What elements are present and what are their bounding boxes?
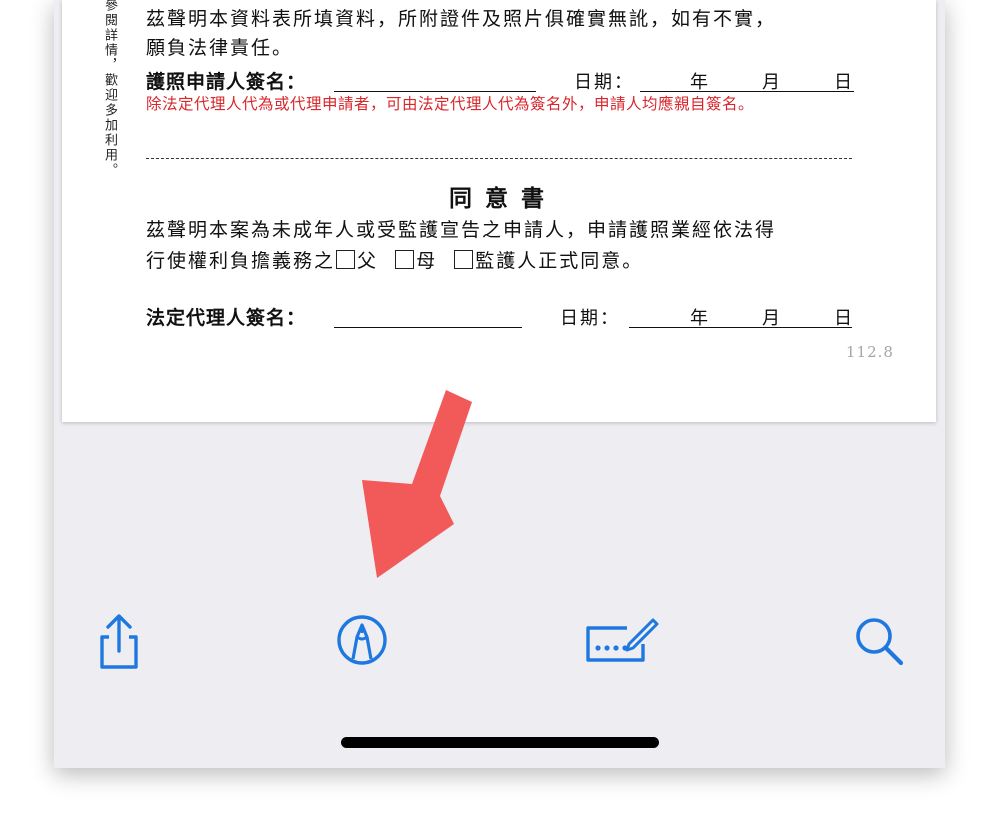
guardian-signature-line [334, 327, 522, 328]
consent-line-2-prefix: 行使權利負擔義務之 [146, 250, 336, 272]
consent-line-1: 茲聲明本案為未成年人或受監護宣告之申請人，申請護照業經依法得 [146, 219, 777, 241]
share-button[interactable] [94, 611, 144, 671]
option-father-label: 父 [357, 250, 379, 272]
applicant-date-day: 日 [834, 72, 854, 93]
checkbox-father[interactable] [336, 250, 356, 269]
red-note: 除法定代理人代為或代理申請者，可由法定代理人代為簽名外，申請人均應親自簽名。 [146, 95, 755, 113]
pdf-viewer: 參閱詳情，歡迎多加利用。 茲聲明本資料表所填資料，所附證件及照片俱確實無訛，如有… [54, 0, 945, 768]
search-icon [856, 618, 904, 666]
fill-and-sign-button[interactable] [583, 614, 663, 666]
applicant-signature-label: 護照申請人簽名： [146, 71, 307, 93]
guardian-date-line [629, 327, 852, 328]
applicant-date-year: 年 [690, 72, 710, 93]
share-icon [100, 614, 138, 669]
guardian-date-month: 月 [762, 308, 782, 329]
markup-button[interactable] [335, 613, 389, 667]
form-version: 112.8 [846, 343, 894, 361]
checkbox-mother[interactable] [395, 250, 415, 269]
applicant-date-line [640, 91, 854, 92]
option-guardian-label: 監護人正式同意。 [475, 250, 644, 272]
home-indicator[interactable] [341, 737, 659, 748]
dashed-divider [146, 158, 852, 159]
search-button[interactable] [852, 614, 908, 670]
consent-line-2: 行使權利負擔義務之父 母 監護人正式同意。 [146, 246, 643, 273]
checkbox-guardian[interactable] [454, 250, 474, 269]
declaration-line-2: 願負法律責任。 [146, 37, 294, 59]
declaration-line-1: 茲聲明本資料表所填資料，所附證件及照片俱確實無訛，如有不實， [146, 8, 777, 30]
applicant-date-label: 日期： [574, 72, 634, 93]
guardian-signature-label: 法定代理人簽名： [146, 307, 307, 329]
applicant-date-month: 月 [762, 72, 782, 93]
fill-and-sign-icon [586, 618, 659, 662]
guardian-date-year: 年 [690, 308, 710, 329]
markup-icon [337, 615, 387, 665]
pointer-arrow-annotation [354, 388, 484, 592]
applicant-signature-line [334, 91, 536, 92]
guardian-date-label: 日期： [560, 308, 620, 329]
consent-title: 同意書 [449, 186, 557, 212]
side-note: 參閱詳情，歡迎多加利用。 [102, 0, 117, 178]
option-mother-label: 母 [416, 250, 438, 272]
guardian-date-day: 日 [834, 308, 854, 329]
document-page[interactable]: 參閱詳情，歡迎多加利用。 茲聲明本資料表所填資料，所附證件及照片俱確實無訛，如有… [62, 0, 936, 422]
